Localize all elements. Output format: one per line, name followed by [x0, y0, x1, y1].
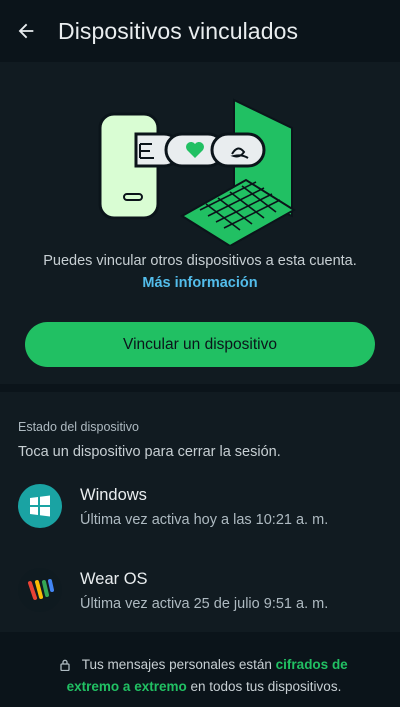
encryption-footer: Tus mensajes personales están cifrados d… — [0, 640, 400, 707]
link-description-text: Puedes vincular otros dispositivos a est… — [43, 253, 357, 269]
page-title: Dispositivos vinculados — [58, 17, 299, 44]
app-bar: Dispositivos vinculados — [0, 0, 400, 62]
more-info-link[interactable]: Más información — [142, 275, 257, 291]
device-last-active: Última vez activa hoy a las 10:21 a. m. — [80, 512, 329, 528]
device-item-wear-os[interactable]: Wear OS Última vez activa 25 de julio 9:… — [0, 568, 400, 638]
windows-icon — [18, 484, 62, 528]
link-description: Puedes vincular otros dispositivos a est… — [40, 250, 360, 294]
device-list-section: Estado del dispositivo Toca un dispositi… — [0, 392, 400, 632]
link-device-button[interactable]: Vincular un dispositivo — [25, 322, 375, 367]
device-name: Wear OS — [80, 570, 148, 588]
link-device-panel: Puedes vincular otros dispositivos a est… — [0, 62, 400, 384]
arrow-left-icon — [18, 23, 34, 39]
device-name: Windows — [80, 486, 147, 504]
encryption-notice: Tus mensajes personales están cifrados d… — [34, 654, 374, 698]
wear-os-icon — [18, 568, 62, 612]
device-last-active: Última vez activa 25 de julio 9:51 a. m. — [80, 596, 329, 612]
lock-icon — [60, 660, 70, 672]
section-subtitle: Toca un dispositivo para cerrar la sesió… — [18, 444, 281, 460]
encryption-prefix: Tus mensajes personales están — [81, 657, 272, 672]
linked-devices-illustration — [98, 98, 296, 246]
section-title: Estado del dispositivo — [18, 420, 139, 434]
encryption-suffix: en todos tus dispositivos. — [190, 679, 342, 694]
device-item-windows[interactable]: Windows Última vez activa hoy a las 10:2… — [0, 484, 400, 554]
back-button[interactable] — [14, 19, 38, 43]
